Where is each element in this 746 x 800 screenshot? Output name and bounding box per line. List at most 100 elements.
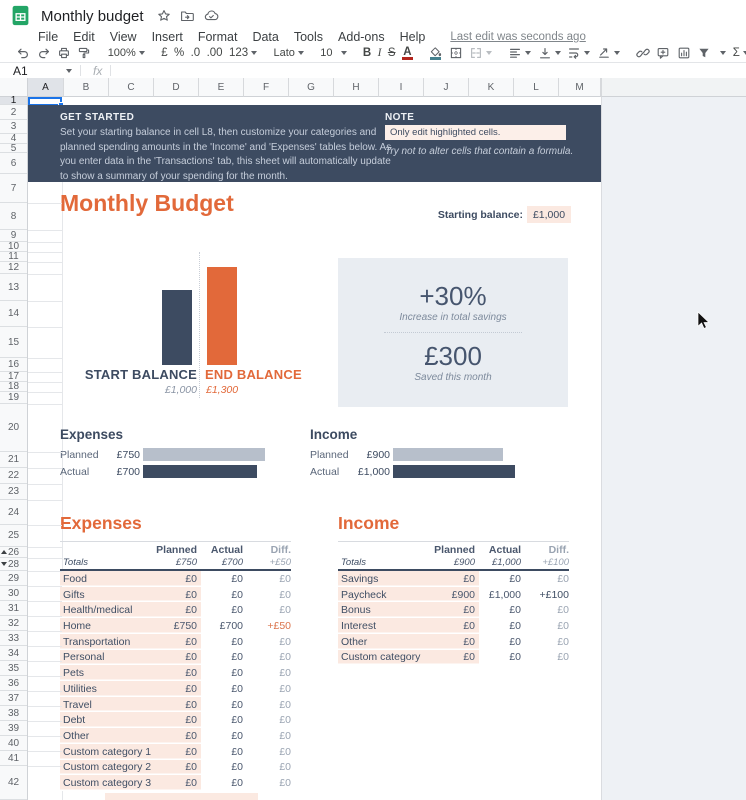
- row-header-20[interactable]: 20: [0, 404, 27, 452]
- category-cell[interactable]: Bonus: [338, 602, 431, 618]
- diff-cell[interactable]: £0: [524, 651, 569, 663]
- last-edit-link[interactable]: Last edit was seconds ago: [450, 31, 586, 43]
- planned-cell[interactable]: £0: [153, 587, 201, 603]
- row-header-41[interactable]: 41: [0, 751, 27, 766]
- planned-cell[interactable]: £0: [153, 775, 201, 791]
- diff-cell[interactable]: £0: [246, 730, 291, 742]
- planned-cell[interactable]: £900: [431, 587, 479, 603]
- row-header-1[interactable]: 1: [0, 97, 27, 105]
- paint-format-button[interactable]: [77, 45, 91, 61]
- row-header-3[interactable]: 3: [0, 120, 27, 134]
- diff-cell[interactable]: £0: [246, 651, 291, 663]
- actual-cell[interactable]: £0: [201, 730, 246, 742]
- horizontal-align-button[interactable]: [508, 45, 531, 61]
- category-cell[interactable]: Custom category 3: [60, 775, 153, 791]
- row-header-25[interactable]: 25: [0, 525, 27, 547]
- category-cell[interactable]: Health/medical: [60, 602, 153, 618]
- actual-cell[interactable]: £0: [479, 636, 524, 648]
- row-group-collapse-up-icon[interactable]: [1, 550, 7, 554]
- category-cell[interactable]: Transportation: [60, 634, 153, 650]
- row-header-40[interactable]: 40: [0, 736, 27, 751]
- row-header-30[interactable]: 30: [0, 586, 27, 601]
- more-formats-button[interactable]: 123: [229, 45, 257, 61]
- planned-cell[interactable]: £0: [153, 602, 201, 618]
- undo-button[interactable]: [16, 45, 30, 61]
- actual-cell[interactable]: £0: [201, 667, 246, 679]
- document-title[interactable]: Monthly budget: [41, 8, 144, 25]
- diff-cell[interactable]: £0: [246, 699, 291, 711]
- font-select[interactable]: Lato: [274, 45, 304, 61]
- row-header-6[interactable]: 6: [0, 153, 27, 174]
- actual-cell[interactable]: £0: [201, 683, 246, 695]
- column-header-h[interactable]: H: [334, 78, 379, 97]
- redo-button[interactable]: [37, 45, 51, 61]
- actual-cell[interactable]: £0: [201, 636, 246, 648]
- diff-cell[interactable]: £0: [524, 573, 569, 585]
- category-cell[interactable]: Interest: [338, 618, 431, 634]
- insert-comment-button[interactable]: [656, 45, 670, 61]
- menu-item-view[interactable]: View: [110, 30, 137, 44]
- actual-cell[interactable]: £0: [201, 746, 246, 758]
- row-header-15[interactable]: 15: [0, 327, 27, 358]
- vertical-align-button[interactable]: [538, 45, 561, 61]
- column-header-c[interactable]: C: [109, 78, 154, 97]
- column-header-g[interactable]: G: [289, 78, 334, 97]
- menu-item-data[interactable]: Data: [252, 30, 278, 44]
- row-header-29[interactable]: 29: [0, 571, 27, 586]
- menu-item-help[interactable]: Help: [400, 30, 426, 44]
- row-header-7[interactable]: 7: [0, 174, 27, 203]
- actual-cell[interactable]: £0: [479, 620, 524, 632]
- column-header-k[interactable]: K: [469, 78, 514, 97]
- diff-cell[interactable]: +£50: [246, 620, 291, 632]
- category-cell[interactable]: Debt: [60, 712, 153, 728]
- sheet-canvas[interactable]: GET STARTED Set your starting balance in…: [28, 97, 601, 800]
- category-cell[interactable]: Pets: [60, 665, 153, 681]
- row-header-26[interactable]: 26: [0, 547, 27, 558]
- row-header-39[interactable]: 39: [0, 721, 27, 736]
- row-header-24[interactable]: 24: [0, 500, 27, 525]
- actual-cell[interactable]: £700: [201, 620, 246, 632]
- diff-cell[interactable]: £0: [246, 777, 291, 789]
- row-header-42[interactable]: 42: [0, 766, 27, 800]
- row-header-21[interactable]: 21: [0, 452, 27, 468]
- column-header-d[interactable]: D: [154, 78, 199, 97]
- column-header-m[interactable]: M: [559, 78, 601, 97]
- row-header-23[interactable]: 23: [0, 484, 27, 500]
- text-wrap-button[interactable]: [567, 45, 590, 61]
- actual-cell[interactable]: £0: [201, 573, 246, 585]
- diff-cell[interactable]: £0: [246, 636, 291, 648]
- diff-cell[interactable]: £0: [524, 636, 569, 648]
- row-header-34[interactable]: 34: [0, 646, 27, 661]
- category-cell[interactable]: Home: [60, 618, 153, 634]
- menu-item-tools[interactable]: Tools: [294, 30, 323, 44]
- actual-cell[interactable]: £0: [201, 761, 246, 773]
- merge-cells-button[interactable]: [469, 45, 492, 61]
- row-header-33[interactable]: 33: [0, 631, 27, 646]
- row-header-14[interactable]: 14: [0, 301, 27, 327]
- row-header-31[interactable]: 31: [0, 601, 27, 616]
- format-currency-button[interactable]: £: [161, 45, 167, 61]
- diff-cell[interactable]: £0: [524, 620, 569, 632]
- increase-decimal-button[interactable]: .00: [207, 45, 223, 61]
- planned-cell[interactable]: £0: [431, 602, 479, 618]
- category-cell[interactable]: Other: [338, 634, 431, 650]
- category-cell[interactable]: Custom category 2: [60, 760, 153, 776]
- planned-cell[interactable]: £0: [431, 618, 479, 634]
- note-highlighted-cell[interactable]: Only edit highlighted cells.: [385, 125, 566, 140]
- text-color-button[interactable]: A: [402, 45, 413, 61]
- actual-cell[interactable]: £0: [479, 604, 524, 616]
- italic-button[interactable]: I: [378, 45, 382, 61]
- actual-cell[interactable]: £0: [201, 604, 246, 616]
- row-header-5[interactable]: 5: [0, 144, 27, 153]
- row-header-28[interactable]: 28: [0, 558, 27, 571]
- actual-cell[interactable]: £0: [479, 573, 524, 585]
- diff-cell[interactable]: £0: [524, 604, 569, 616]
- diff-cell[interactable]: £0: [246, 746, 291, 758]
- actual-cell[interactable]: £1,000: [479, 589, 524, 601]
- column-header-i[interactable]: I: [379, 78, 424, 97]
- planned-cell[interactable]: £0: [431, 650, 479, 666]
- strikethrough-button[interactable]: S: [388, 45, 396, 61]
- actual-cell[interactable]: £0: [479, 651, 524, 663]
- row-header-8[interactable]: 8: [0, 203, 27, 230]
- category-cell[interactable]: Food: [60, 571, 153, 587]
